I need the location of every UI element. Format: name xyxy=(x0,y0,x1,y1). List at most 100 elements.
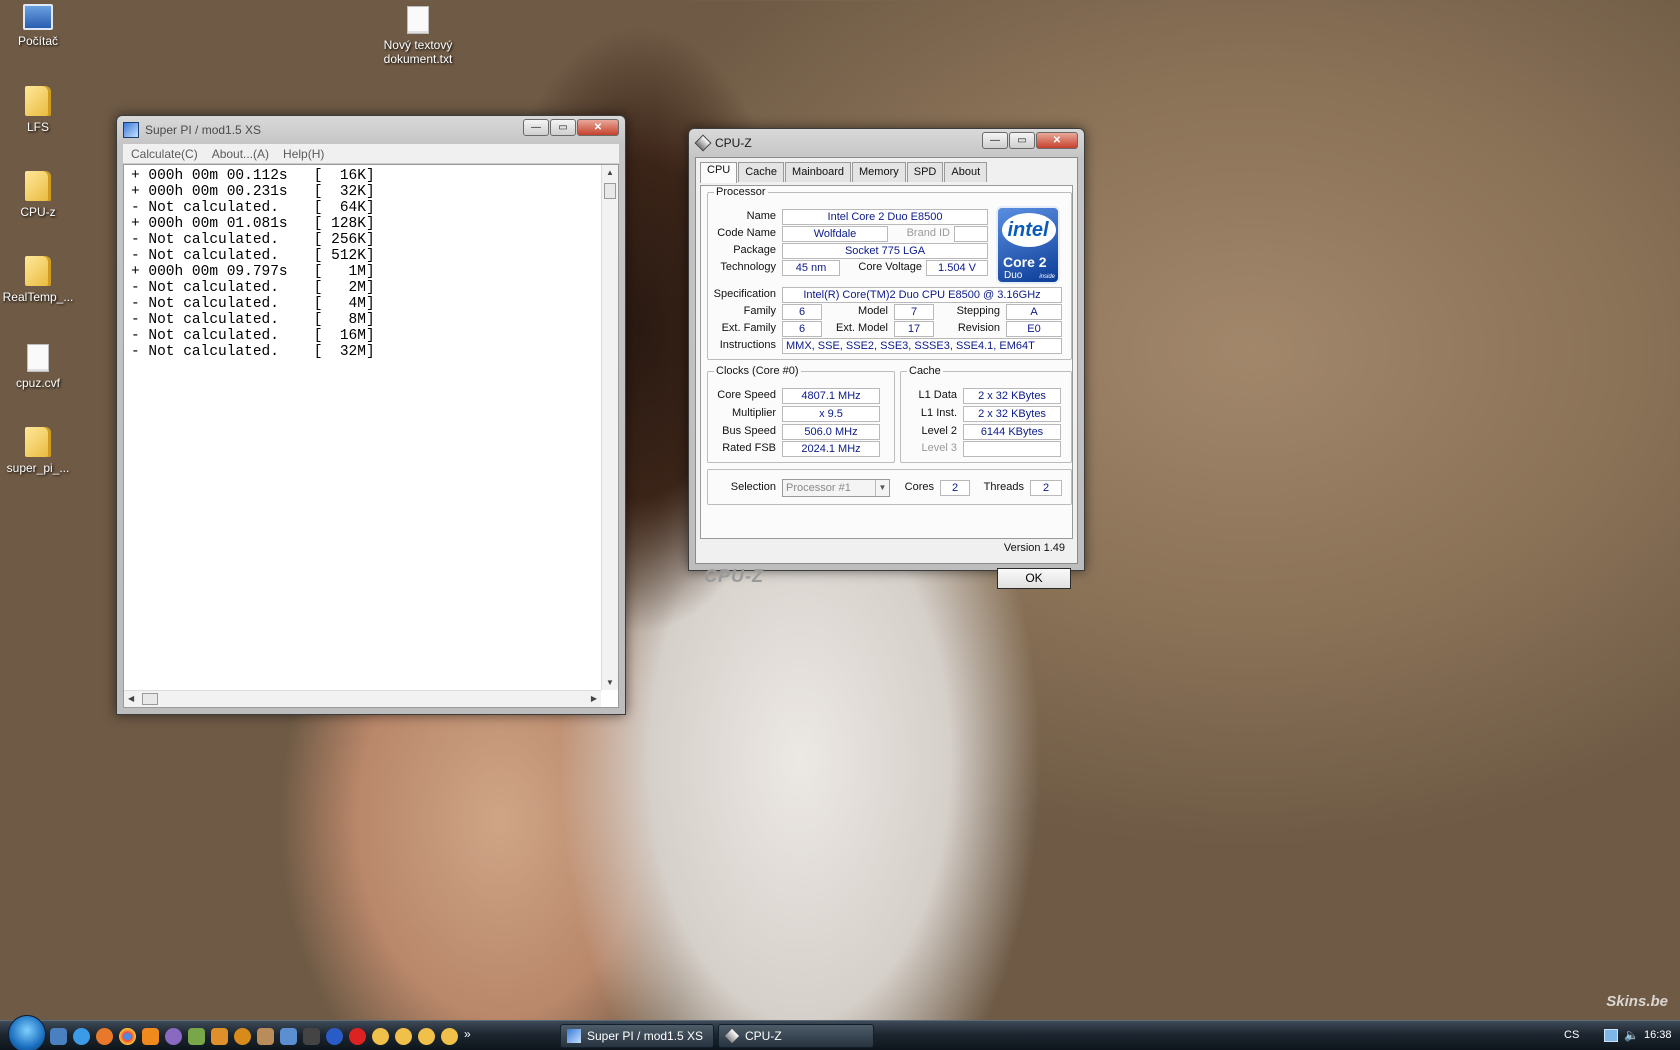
cpuz-tabs: CPU Cache Mainboard Memory SPD About xyxy=(696,158,1077,183)
shield-icon[interactable] xyxy=(280,1028,297,1045)
app-icon[interactable] xyxy=(372,1028,389,1045)
intel-core2-duo-logo-icon: intel Core 2 Duo inside xyxy=(996,206,1060,284)
cores-value: 2 xyxy=(940,480,970,496)
chevron-down-icon[interactable]: ▼ xyxy=(875,480,889,496)
volume-icon[interactable]: 🔈 xyxy=(1624,1028,1639,1042)
scroll-left-icon[interactable]: ◀ xyxy=(128,694,134,703)
spec-value: Intel(R) Core(TM)2 Duo CPU E8500 @ 3.16G… xyxy=(782,287,1062,303)
level2-value: 6144 KBytes xyxy=(963,424,1061,440)
app-icon[interactable] xyxy=(441,1028,458,1045)
folder-icon xyxy=(25,171,51,201)
vlc-icon[interactable] xyxy=(142,1028,159,1045)
taskbar-task-cpuz[interactable]: CPU-Z xyxy=(718,1024,874,1048)
app-icon[interactable] xyxy=(418,1028,435,1045)
clock[interactable]: 16:38 xyxy=(1644,1029,1672,1041)
tab-about[interactable]: About xyxy=(944,162,988,182)
voltage-value: 1.504 V xyxy=(926,260,988,276)
ok-button[interactable]: OK xyxy=(997,568,1071,589)
cpuz-brand-logo: CPU-Z xyxy=(704,566,764,586)
instructions-label: Instructions xyxy=(719,339,776,351)
menu-help[interactable]: Help(H) xyxy=(283,147,324,161)
processor-select[interactable]: Processor #1 ▼ xyxy=(782,479,890,497)
folder-icon xyxy=(25,427,51,457)
scroll-up-icon[interactable]: ▲ xyxy=(606,168,614,177)
app-icon[interactable] xyxy=(395,1028,412,1045)
stepping-value: A xyxy=(1006,304,1062,320)
maximize-button[interactable]: ▭ xyxy=(550,119,576,136)
minimize-button[interactable]: — xyxy=(523,119,549,136)
extmodel-value: 17 xyxy=(894,321,934,337)
desktop-icon-lfs[interactable]: LFS xyxy=(0,86,76,134)
taskbar-task-superpi[interactable]: Super PI / mod1.5 XS xyxy=(560,1024,714,1048)
results-list: + 000h 00m 00.112s [ 16K] + 000h 00m 00.… xyxy=(124,165,618,360)
codename-label: Code Name xyxy=(717,227,776,239)
scroll-right-icon[interactable]: ▶ xyxy=(591,694,597,703)
vertical-scrollbar[interactable]: ▲ ▼ xyxy=(601,165,618,690)
menu-calculate[interactable]: Calculate(C) xyxy=(131,147,198,161)
chrome-icon[interactable] xyxy=(119,1028,136,1045)
start-button[interactable] xyxy=(8,1015,46,1050)
media-player-icon[interactable] xyxy=(165,1028,182,1045)
tool-icon[interactable] xyxy=(188,1028,205,1045)
vertical-scroll-thumb[interactable] xyxy=(604,183,616,199)
family-value: 6 xyxy=(782,304,822,320)
l1data-label: L1 Data xyxy=(918,389,957,401)
horizontal-scroll-thumb[interactable] xyxy=(142,693,158,705)
folder-icon xyxy=(25,256,51,286)
clocks-group: Clocks (Core #0) Core Speed 4807.1 MHz M… xyxy=(707,365,895,463)
desktop-icon-text-document[interactable]: Nový textový dokument.txt xyxy=(372,6,464,66)
level3-label: Level 3 xyxy=(921,442,957,454)
tab-mainboard[interactable]: Mainboard xyxy=(785,162,852,182)
tab-cache[interactable]: Cache xyxy=(738,162,785,182)
level3-value xyxy=(963,441,1061,457)
level2-label: Level 2 xyxy=(921,425,957,437)
extfamily-label: Ext. Family xyxy=(721,322,776,334)
result-row: - Not calculated. [ 8M] xyxy=(131,312,375,328)
network-icon[interactable] xyxy=(1604,1029,1618,1042)
result-row: + 000h 00m 00.231s [ 32K] xyxy=(131,184,375,200)
l1inst-label: L1 Inst. xyxy=(920,407,957,419)
l1data-value: 2 x 32 KBytes xyxy=(963,388,1061,404)
logo-core: Core 2 xyxy=(1003,254,1047,270)
horizontal-scrollbar[interactable]: ◀ ▶ xyxy=(124,690,601,707)
opera-icon[interactable] xyxy=(349,1028,366,1045)
system-tray: CS 🔈 16:38 xyxy=(1556,1021,1680,1050)
processor-group: Processor Name Intel Core 2 Duo E8500 Co… xyxy=(707,186,1072,360)
tab-memory[interactable]: Memory xyxy=(852,162,906,182)
internet-explorer-icon[interactable] xyxy=(73,1028,90,1045)
model-label: Model xyxy=(858,305,888,317)
archive-icon[interactable] xyxy=(257,1028,274,1045)
superpi-window: Super PI / mod1.5 XS — ▭ ✕ Calculate(C) … xyxy=(116,115,626,715)
superpi-app-icon xyxy=(123,122,139,138)
tab-spd[interactable]: SPD xyxy=(906,162,944,182)
scroll-down-icon[interactable]: ▼ xyxy=(606,678,614,687)
tab-cpu[interactable]: CPU xyxy=(700,162,738,183)
app-icon[interactable] xyxy=(211,1028,228,1045)
minimize-button[interactable]: — xyxy=(982,132,1008,149)
desktop-icon-label: cpuz.cvf xyxy=(15,376,60,390)
info-icon[interactable] xyxy=(234,1028,251,1045)
desktop-icon-computer[interactable]: Počítač xyxy=(0,4,76,48)
desktop-icon-realtemp[interactable]: RealTemp_... xyxy=(0,256,76,304)
name-value: Intel Core 2 Duo E8500 xyxy=(782,209,988,225)
desktop-icon-cpuz-folder[interactable]: CPU-z xyxy=(0,171,76,219)
language-indicator[interactable]: CS xyxy=(1564,1029,1579,1041)
lightning-icon[interactable] xyxy=(326,1028,343,1045)
desktop-icon-label: CPU-z xyxy=(20,205,56,219)
superpi-menubar: Calculate(C) About...(A) Help(H) xyxy=(123,144,619,164)
desktop-icon-superpi-folder[interactable]: super_pi_... xyxy=(0,427,76,475)
desktop-icon-cpuz-cvf[interactable]: cpuz.cvf xyxy=(0,344,76,390)
file-icon xyxy=(27,344,49,372)
revision-value: E0 xyxy=(1006,321,1062,337)
firefox-icon[interactable] xyxy=(96,1028,113,1045)
quick-launch-more-icon[interactable]: » xyxy=(464,1028,471,1045)
maximize-button[interactable]: ▭ xyxy=(1009,132,1035,149)
watermark: Skins.be xyxy=(1606,993,1668,1010)
desktop-icon-label: Počítač xyxy=(17,34,59,48)
busspeed-value: 506.0 MHz xyxy=(782,424,880,440)
menu-about[interactable]: About...(A) xyxy=(212,147,269,161)
terminal-icon[interactable] xyxy=(303,1028,320,1045)
show-desktop-icon[interactable] xyxy=(50,1028,67,1045)
close-button[interactable]: ✕ xyxy=(1036,132,1078,149)
close-button[interactable]: ✕ xyxy=(577,119,619,136)
